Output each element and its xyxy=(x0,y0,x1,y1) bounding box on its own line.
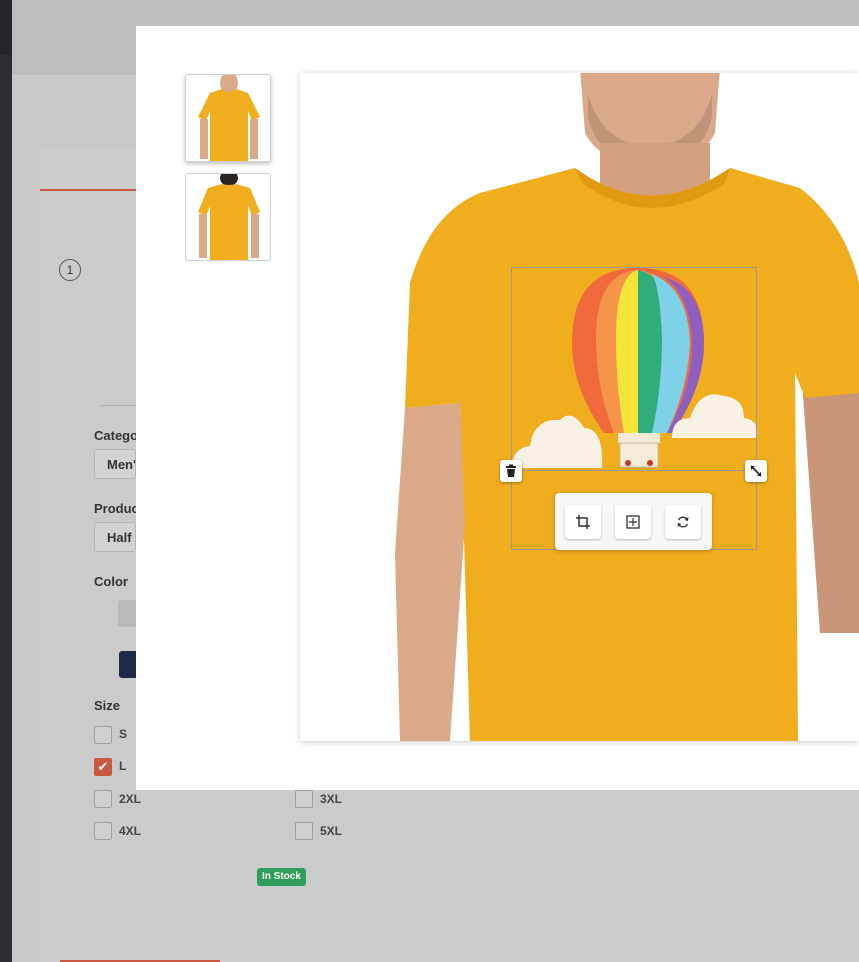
size-checkbox-2xl[interactable] xyxy=(94,790,112,808)
thumbnail-back[interactable] xyxy=(185,173,271,261)
resize-icon xyxy=(750,465,762,477)
thumbnail-front[interactable] xyxy=(185,74,271,162)
size-checkbox-5xl[interactable] xyxy=(295,822,313,840)
category-select[interactable]: Men' xyxy=(94,449,136,479)
active-tab-indicator xyxy=(40,189,140,191)
status-badge: In Stock xyxy=(257,868,306,886)
divider xyxy=(100,405,140,406)
size-checkbox-s[interactable] xyxy=(94,726,112,744)
step-number: 1 xyxy=(59,259,81,281)
checkmark-icon: ✔ xyxy=(97,759,109,774)
back-shirt-image xyxy=(186,174,270,260)
design-toolbar xyxy=(555,493,712,550)
color-label: Color xyxy=(94,574,128,589)
color-swatch-gray[interactable] xyxy=(118,600,138,627)
trash-icon xyxy=(506,464,516,477)
product-select[interactable]: Half S xyxy=(94,522,136,552)
size-option-label: 4XL xyxy=(119,824,142,838)
crop-button[interactable] xyxy=(565,505,601,539)
left-sidebar-top xyxy=(0,0,12,55)
size-checkbox-4xl[interactable] xyxy=(94,822,112,840)
align-center-icon xyxy=(626,515,640,529)
size-option-label: L xyxy=(119,759,127,773)
left-sidebar xyxy=(0,0,12,962)
rotate-icon xyxy=(677,516,689,528)
align-center-button[interactable] xyxy=(615,505,651,539)
size-option-label: 5XL xyxy=(320,824,343,838)
crop-icon xyxy=(576,515,590,529)
resize-handle[interactable] xyxy=(745,460,767,482)
size-option-label: 2XL xyxy=(119,792,142,806)
size-checkbox-3xl[interactable] xyxy=(295,790,313,808)
size-option-label: S xyxy=(119,727,128,741)
size-checkbox-l[interactable]: ✔ xyxy=(94,758,112,776)
selection-frame[interactable] xyxy=(511,267,757,471)
delete-handle[interactable] xyxy=(500,460,522,482)
size-label: Size xyxy=(94,698,121,713)
front-shirt-image xyxy=(186,75,270,161)
size-option-label: 3XL xyxy=(320,792,343,806)
rotate-button[interactable] xyxy=(665,505,701,539)
